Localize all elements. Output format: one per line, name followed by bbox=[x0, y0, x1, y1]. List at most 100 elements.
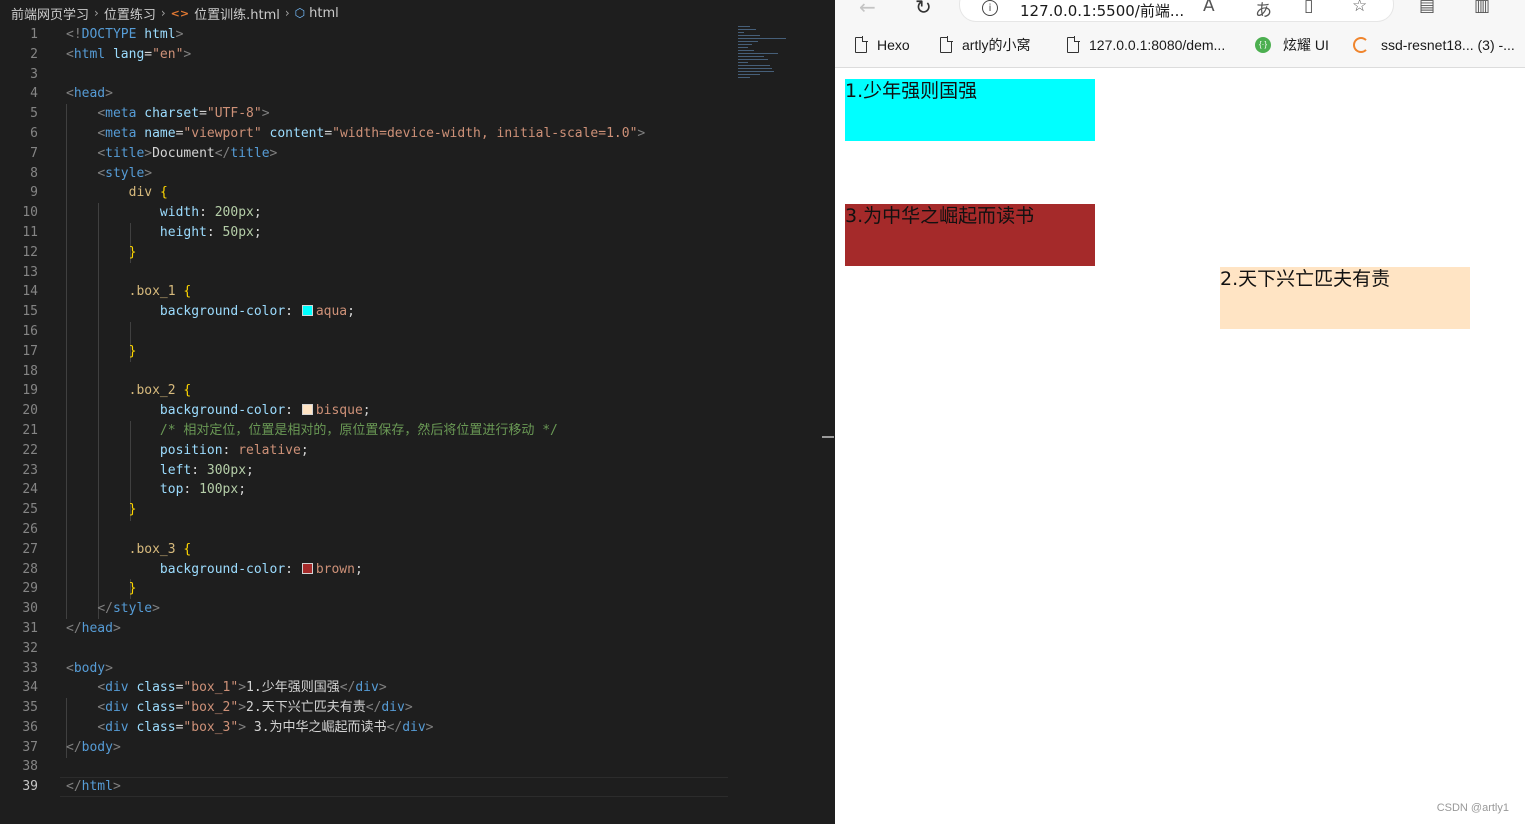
favorite-artly[interactable]: artly的小窝 bbox=[940, 34, 1030, 56]
line-text: <meta name="viewport" content="width=dev… bbox=[66, 124, 645, 144]
code-line[interactable]: 14 .box_1 { bbox=[0, 282, 830, 302]
notes-icon[interactable]: ▥ bbox=[1474, 0, 1490, 16]
code-line[interactable]: 10 width: 200px; bbox=[0, 203, 830, 223]
line-number: 4 bbox=[30, 86, 38, 102]
code-line[interactable]: 32 bbox=[0, 639, 830, 659]
code-line[interactable]: 27 .box_3 { bbox=[0, 540, 830, 560]
address-bar[interactable]: i 127.0.0.1:5500/前端... bbox=[960, 0, 1393, 21]
code-token: class bbox=[136, 700, 176, 716]
favorite-label: ssd-resnet18... (3) -... bbox=[1381, 37, 1515, 53]
code-line[interactable]: 5 <meta charset="UTF-8"> bbox=[0, 104, 830, 124]
chevron-right-icon: › bbox=[160, 6, 166, 20]
code-line[interactable]: 30 </style> bbox=[0, 599, 830, 619]
code-line[interactable]: 28 background-color: brown; bbox=[0, 560, 830, 580]
page-icon bbox=[1067, 36, 1080, 53]
favorite-ssd-resnet[interactable]: ssd-resnet18... (3) -... bbox=[1353, 34, 1515, 56]
refresh-icon[interactable]: ↻ bbox=[915, 0, 932, 19]
code-line[interactable]: 13 bbox=[0, 263, 830, 283]
code-line[interactable]: 38 bbox=[0, 757, 830, 777]
code-line[interactable]: 33 <body> bbox=[0, 659, 830, 679]
code-area[interactable]: 1 <!DOCTYPE html> 2 <html lang="en"> 3 4 <head… bbox=[0, 25, 830, 798]
code-token: } bbox=[128, 343, 137, 359]
code-line[interactable]: 9 div { bbox=[0, 183, 830, 203]
code-line[interactable]: 1 <!DOCTYPE html> bbox=[0, 25, 830, 45]
translate-icon[interactable]: あ bbox=[1255, 0, 1272, 21]
code-line[interactable]: 8 <style> bbox=[0, 164, 830, 184]
code-token: 50px bbox=[222, 224, 254, 240]
code-token: 2.天下兴亡匹夫有责 bbox=[246, 700, 366, 716]
back-arrow-icon[interactable]: ← bbox=[859, 0, 876, 19]
code-line[interactable]: 22 position: relative; bbox=[0, 441, 830, 461]
code-line[interactable]: 6 <meta name="viewport" content="width=d… bbox=[0, 124, 830, 144]
code-line[interactable]: 7 <title>Document</title> bbox=[0, 144, 830, 164]
breadcrumb-folder-root[interactable]: 前端网页学习 bbox=[11, 4, 89, 23]
line-number: 7 bbox=[30, 145, 38, 161]
code-token: background-color bbox=[159, 304, 286, 320]
line-text: .box_1 { bbox=[66, 282, 192, 302]
code-token: background-color bbox=[159, 403, 286, 419]
color-swatch-icon[interactable] bbox=[301, 404, 313, 416]
favorite-hexo[interactable]: Hexo bbox=[855, 34, 910, 56]
code-line[interactable]: 23 left: 300px; bbox=[0, 461, 830, 481]
line-text: <head> bbox=[66, 84, 113, 104]
code-line[interactable]: 15 background-color: aqua; bbox=[0, 302, 830, 322]
code-line[interactable]: 2 <html lang="en"> bbox=[0, 45, 830, 65]
color-swatch-icon[interactable] bbox=[301, 305, 313, 317]
code-line[interactable]: 11 height: 50px; bbox=[0, 223, 830, 243]
code-line[interactable]: 25 } bbox=[0, 500, 830, 520]
favorite-xuanyao-ui[interactable]: {·} 炫耀 UI bbox=[1255, 34, 1329, 56]
code-editor-pane[interactable]: 前端网页学习 › 位置练习 › <> 位置训练.html › ⬡ html 1 <… bbox=[0, 0, 835, 824]
minimap[interactable] bbox=[738, 26, 790, 106]
code-line[interactable]: 12 } bbox=[0, 243, 830, 263]
html-file-icon: <> bbox=[170, 6, 190, 20]
code-token: : bbox=[285, 561, 301, 577]
line-number: 37 bbox=[22, 739, 38, 755]
code-line[interactable]: 4 <head> bbox=[0, 84, 830, 104]
code-line[interactable]: 26 bbox=[0, 520, 830, 540]
code-token: < bbox=[66, 86, 74, 102]
code-token: > bbox=[175, 27, 184, 42]
code-line[interactable]: 17 } bbox=[0, 342, 830, 362]
code-token: background-color bbox=[159, 561, 286, 577]
line-text: height: 50px; bbox=[66, 223, 262, 243]
info-icon[interactable]: i bbox=[982, 0, 998, 16]
code-line[interactable]: 37 </body> bbox=[0, 738, 830, 758]
code-line[interactable]: 24 top: 100px; bbox=[0, 480, 830, 500]
code-line[interactable]: 19 .box_2 { bbox=[0, 381, 830, 401]
code-line[interactable]: 31 </head> bbox=[0, 619, 830, 639]
code-line[interactable]: 3 bbox=[0, 65, 830, 85]
collections-icon[interactable]: ▤ bbox=[1419, 0, 1435, 16]
line-number: 2 bbox=[30, 46, 38, 62]
line-number: 30 bbox=[22, 601, 38, 617]
code-line[interactable]: 20 background-color: bisque; bbox=[0, 401, 830, 421]
code-line[interactable]: 29 } bbox=[0, 579, 830, 599]
code-line[interactable]: 34 <div class="box_1">1.少年强则国强</div> bbox=[0, 678, 830, 698]
favorite-localhost[interactable]: 127.0.0.1:8080/dem... bbox=[1067, 34, 1225, 56]
scrollbar-marker[interactable] bbox=[822, 436, 834, 438]
code-token: .box_3 bbox=[128, 541, 176, 557]
read-aloud-icon[interactable]: A bbox=[1203, 0, 1215, 16]
code-line[interactable]: 36 <div class="box_3"> 3.为中华之崛起而读书</div> bbox=[0, 718, 830, 738]
breadcrumb-folder[interactable]: 位置练习 bbox=[104, 4, 156, 23]
color-swatch-icon[interactable] bbox=[301, 562, 313, 574]
favorite-star-icon[interactable]: ☆ bbox=[1352, 0, 1367, 16]
code-line[interactable]: 21 /* 相对定位，位置是相对的，原位置保存，然后将位置进行移动 */ bbox=[0, 421, 830, 441]
code-line[interactable]: 18 bbox=[0, 362, 830, 382]
url-text[interactable]: 127.0.0.1:5500/前端... bbox=[1020, 0, 1184, 21]
code-token: title bbox=[230, 145, 270, 161]
line-text: top: 100px; bbox=[66, 480, 246, 500]
watermark: CSDN @artly1 bbox=[1436, 802, 1509, 814]
code-token: div bbox=[355, 680, 379, 696]
code-token: 3.为中华之崛起而读书 bbox=[246, 719, 387, 735]
code-line[interactable]: 16 bbox=[0, 322, 830, 342]
code-line[interactable]: 35 <div class="box_2">2.天下兴亡匹夫有责</div> bbox=[0, 698, 830, 718]
code-line[interactable]: 39 </html> bbox=[0, 777, 830, 798]
code-token: div bbox=[105, 680, 129, 696]
code-token: ; bbox=[253, 224, 262, 240]
split-screen-icon[interactable]: ▯ bbox=[1304, 0, 1313, 16]
breadcrumb-file[interactable]: 位置训练.html bbox=[194, 4, 280, 23]
code-token: aqua bbox=[315, 304, 348, 320]
breadcrumb-symbol[interactable]: html bbox=[309, 6, 339, 21]
